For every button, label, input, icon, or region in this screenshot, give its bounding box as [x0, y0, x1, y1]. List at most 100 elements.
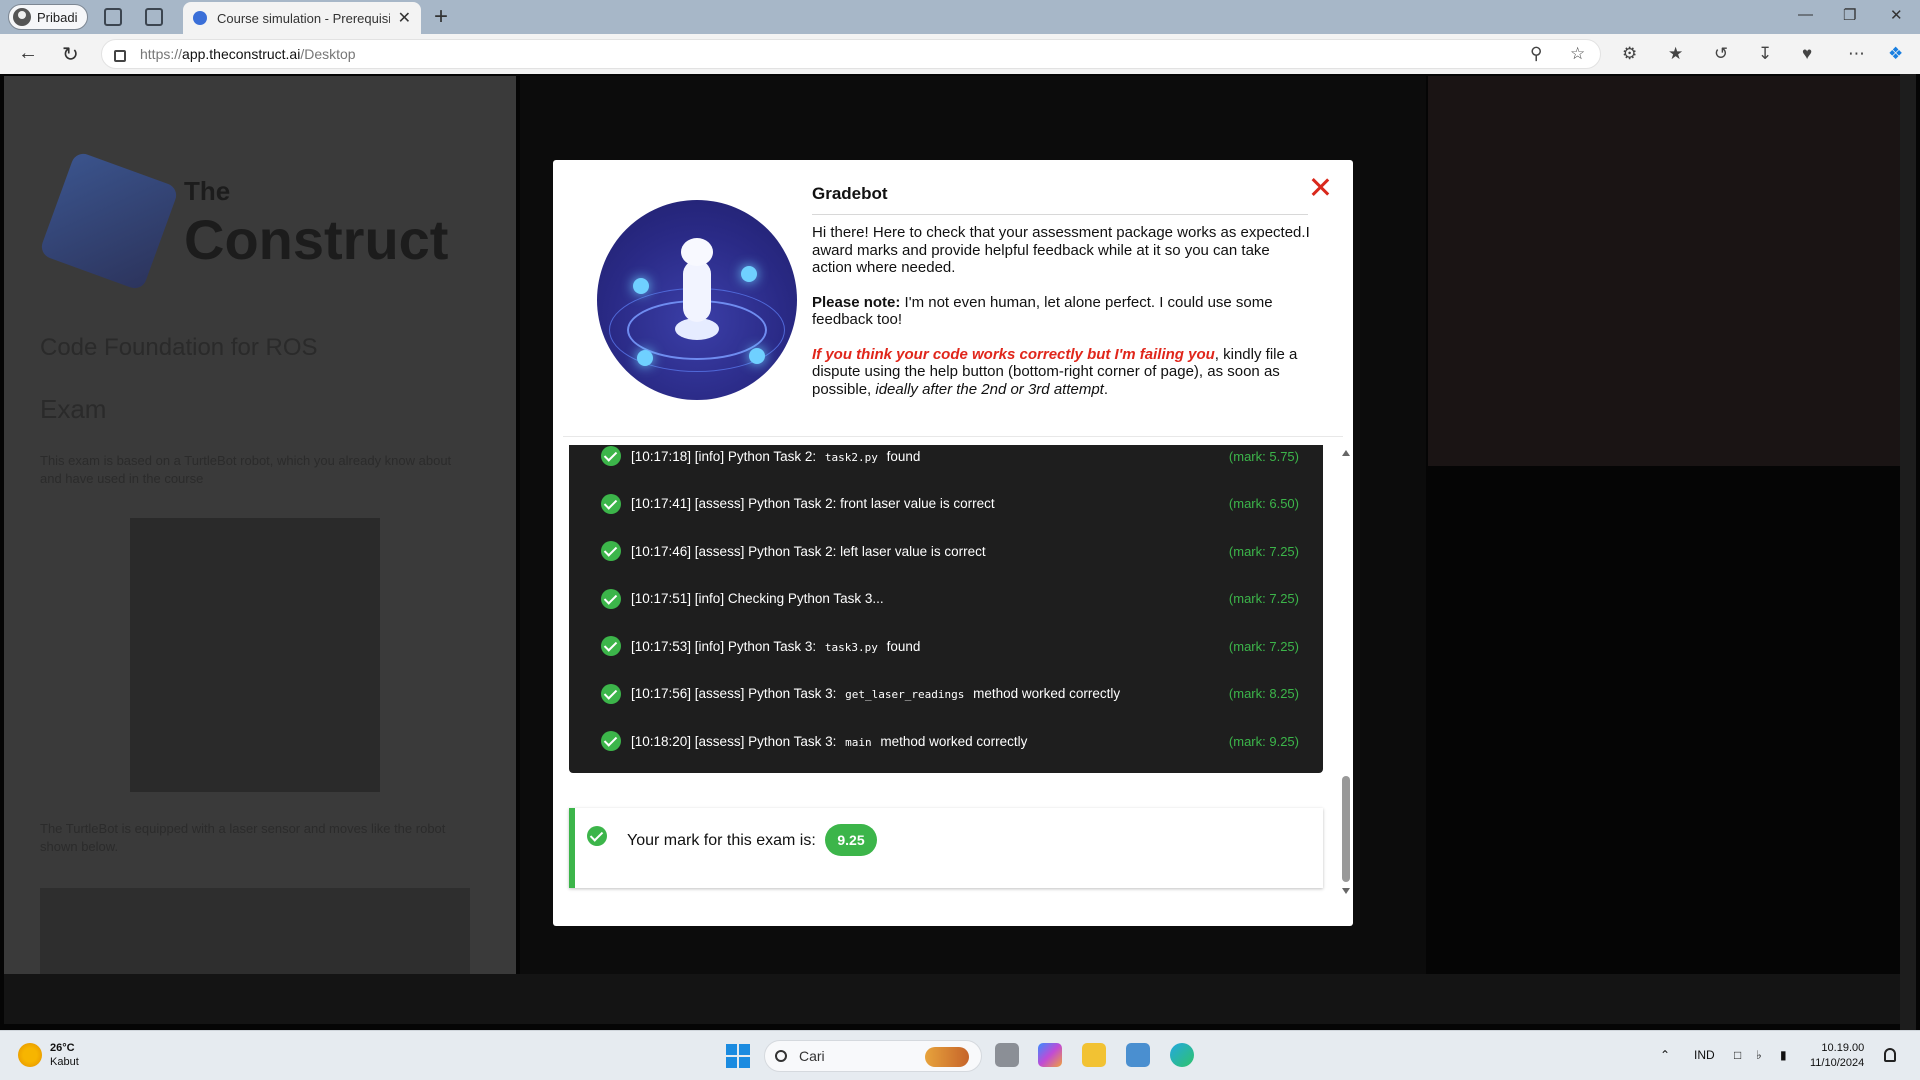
log-text-pre: [10:17:53] [info] Python Task 3: [631, 638, 820, 654]
browser-essentials-icon[interactable]: ♥ [1802, 44, 1812, 64]
illustration-glow-4 [749, 348, 765, 364]
log-text: [10:17:51] [info] Checking Python Task 3… [631, 591, 884, 606]
start-menu-icon[interactable] [726, 1044, 750, 1068]
log-mark: (mark: 9.25) [1228, 733, 1299, 749]
browser-tab-bar: Pribadi Course simulation - Prerequisite… [0, 0, 1920, 34]
copilot-app-icon[interactable] [1038, 1043, 1062, 1067]
illustration-glow-3 [637, 350, 653, 366]
history-icon[interactable]: ↺ [1714, 44, 1728, 64]
brand-name: The Construct [184, 176, 449, 271]
scroll-down-arrow-icon[interactable] [1342, 888, 1350, 894]
log-code: get_laser_readings [845, 688, 965, 701]
workspaces-icon[interactable] [104, 8, 122, 26]
battery-icon[interactable]: ▮ [1780, 1048, 1787, 1062]
log-check-icon [601, 446, 621, 466]
profile-name: Pribadi [37, 9, 78, 25]
address-bar-row: ← ↻ https:// app.theconstruct.ai /Deskto… [0, 34, 1920, 74]
simulation-panel [1428, 470, 1908, 974]
task-view-icon[interactable] [995, 1043, 1019, 1067]
log-entry: [10:17:56] [assess] Python Task 3: get_l… [569, 674, 1323, 714]
robot-text: The TurtleBot is equipped with a laser s… [40, 821, 446, 854]
exam-result-card: Your mark for this exam is: 9.25 [569, 808, 1323, 888]
taskbar-search[interactable]: Cari [764, 1040, 982, 1072]
new-tab-button[interactable]: + [434, 3, 448, 31]
tab-course-simulation[interactable]: Course simulation - Prerequisites ✕ [183, 2, 421, 34]
page-scrollbar[interactable] [1900, 74, 1916, 1030]
title-divider [812, 214, 1308, 215]
language-indicator[interactable]: IND [1694, 1048, 1715, 1062]
log-text-pre: [10:17:41] [assess] Python Task 2: front… [631, 496, 995, 511]
search-highlight-icon [925, 1047, 969, 1067]
log-check-icon [601, 493, 621, 514]
downloads-icon[interactable]: ↧ [1758, 44, 1772, 64]
construct-logo-icon [38, 150, 180, 292]
log-text: [10:17:18] [info] Python Task 2: task2.p… [631, 449, 920, 464]
course-title: Code Foundation for ROS [40, 334, 318, 361]
log-text: [10:17:56] [assess] Python Task 3: get_l… [631, 686, 1120, 701]
refresh-icon[interactable]: ↻ [62, 42, 79, 67]
log-text-post: found [882, 448, 921, 464]
password-key-icon[interactable]: ⚲ [1530, 44, 1542, 64]
weather-widget[interactable]: 26°C Kabut [18, 1041, 79, 1069]
dispute-end: . [1103, 380, 1109, 398]
note-label: Please note: [812, 293, 901, 311]
grading-log[interactable]: [10:17:18] [info] Python Task 2: task2.p… [569, 445, 1323, 773]
tab-favicon-icon [193, 11, 207, 25]
tab-close-icon[interactable]: ✕ [398, 8, 411, 28]
more-menu-icon[interactable]: ⋯ [1848, 44, 1865, 64]
favorites-icon[interactable]: ★ [1668, 44, 1683, 64]
url-field[interactable]: https:// app.theconstruct.ai /Desktop [101, 39, 1601, 69]
extensions-icon[interactable]: ⚙ [1622, 44, 1637, 64]
tab-actions-icon[interactable] [145, 8, 163, 26]
back-arrow-icon[interactable]: ← [18, 42, 38, 65]
notifications-bell-icon[interactable] [1884, 1048, 1896, 1062]
url-domain: app.theconstruct.ai [182, 46, 301, 62]
profile-avatar-icon [13, 8, 31, 26]
windows-taskbar: 26°C Kabut Cari ⌃ IND □ ♭ ▮ 10.19.00 11/… [0, 1030, 1920, 1080]
log-text-pre: [10:18:20] [assess] Python Task 3: [631, 733, 841, 749]
file-explorer-icon[interactable] [1082, 1043, 1106, 1067]
network-icon[interactable]: □ [1734, 1048, 1741, 1062]
illustration-robot-head [681, 238, 713, 266]
photos-app-icon[interactable] [1126, 1043, 1150, 1067]
start-tile [739, 1057, 750, 1068]
scroll-up-arrow-icon[interactable] [1342, 450, 1350, 456]
maximize-button[interactable]: ❐ [1843, 6, 1856, 24]
search-placeholder: Cari [799, 1048, 825, 1064]
log-entry: [10:17:51] [info] Checking Python Task 3… [569, 579, 1323, 619]
window-close-button[interactable]: ✕ [1890, 6, 1903, 24]
illustration-robot-body [683, 260, 711, 322]
log-text-pre: [10:17:18] [info] Python Task 2: [631, 448, 820, 464]
profile-button[interactable]: Pribadi [8, 4, 89, 30]
clock-time: 10.19.00 [1821, 1042, 1865, 1054]
scroll-thumb[interactable] [1342, 776, 1350, 882]
url-path: /Desktop [300, 46, 356, 62]
edge-browser-icon[interactable] [1170, 1043, 1194, 1067]
gradebot-robot-illustration [597, 200, 797, 400]
copilot-icon[interactable]: ❖ [1888, 44, 1903, 64]
illustration-glow-2 [741, 266, 757, 282]
volume-muted-icon[interactable]: ♭ [1756, 1048, 1762, 1062]
modal-close-button[interactable] [1307, 174, 1333, 200]
log-code: task3.py [824, 640, 878, 654]
minimize-button[interactable]: — [1798, 6, 1813, 23]
tab-title: Course simulation - Prerequisites [217, 10, 390, 26]
favorite-star-icon[interactable]: ☆ [1570, 44, 1585, 64]
start-tile [726, 1044, 737, 1055]
log-mark: (mark: 7.25) [1228, 591, 1299, 606]
dispute-paragraph: If you think your code works correctly b… [812, 346, 1312, 399]
modal-divider [563, 436, 1343, 437]
weather-condition: Kabut [50, 1056, 79, 1068]
log-mark: (mark: 6.50) [1228, 496, 1299, 511]
system-clock[interactable]: 10.19.00 11/10/2024 [1810, 1041, 1864, 1071]
section-text: This exam is based on a TurtleBot robot,… [40, 453, 452, 486]
log-check-icon [601, 731, 621, 751]
log-mark: (mark: 7.25) [1228, 638, 1299, 654]
clock-date: 11/10/2024 [1810, 1057, 1865, 1069]
illustration-glow-1 [633, 278, 649, 294]
weather-text: 26°C Kabut [50, 1041, 79, 1069]
temperature: 26°C [50, 1042, 75, 1054]
weather-sun-icon [18, 1043, 42, 1067]
modal-scrollbar[interactable] [1341, 450, 1351, 894]
show-hidden-icons-icon[interactable]: ⌃ [1660, 1048, 1670, 1062]
